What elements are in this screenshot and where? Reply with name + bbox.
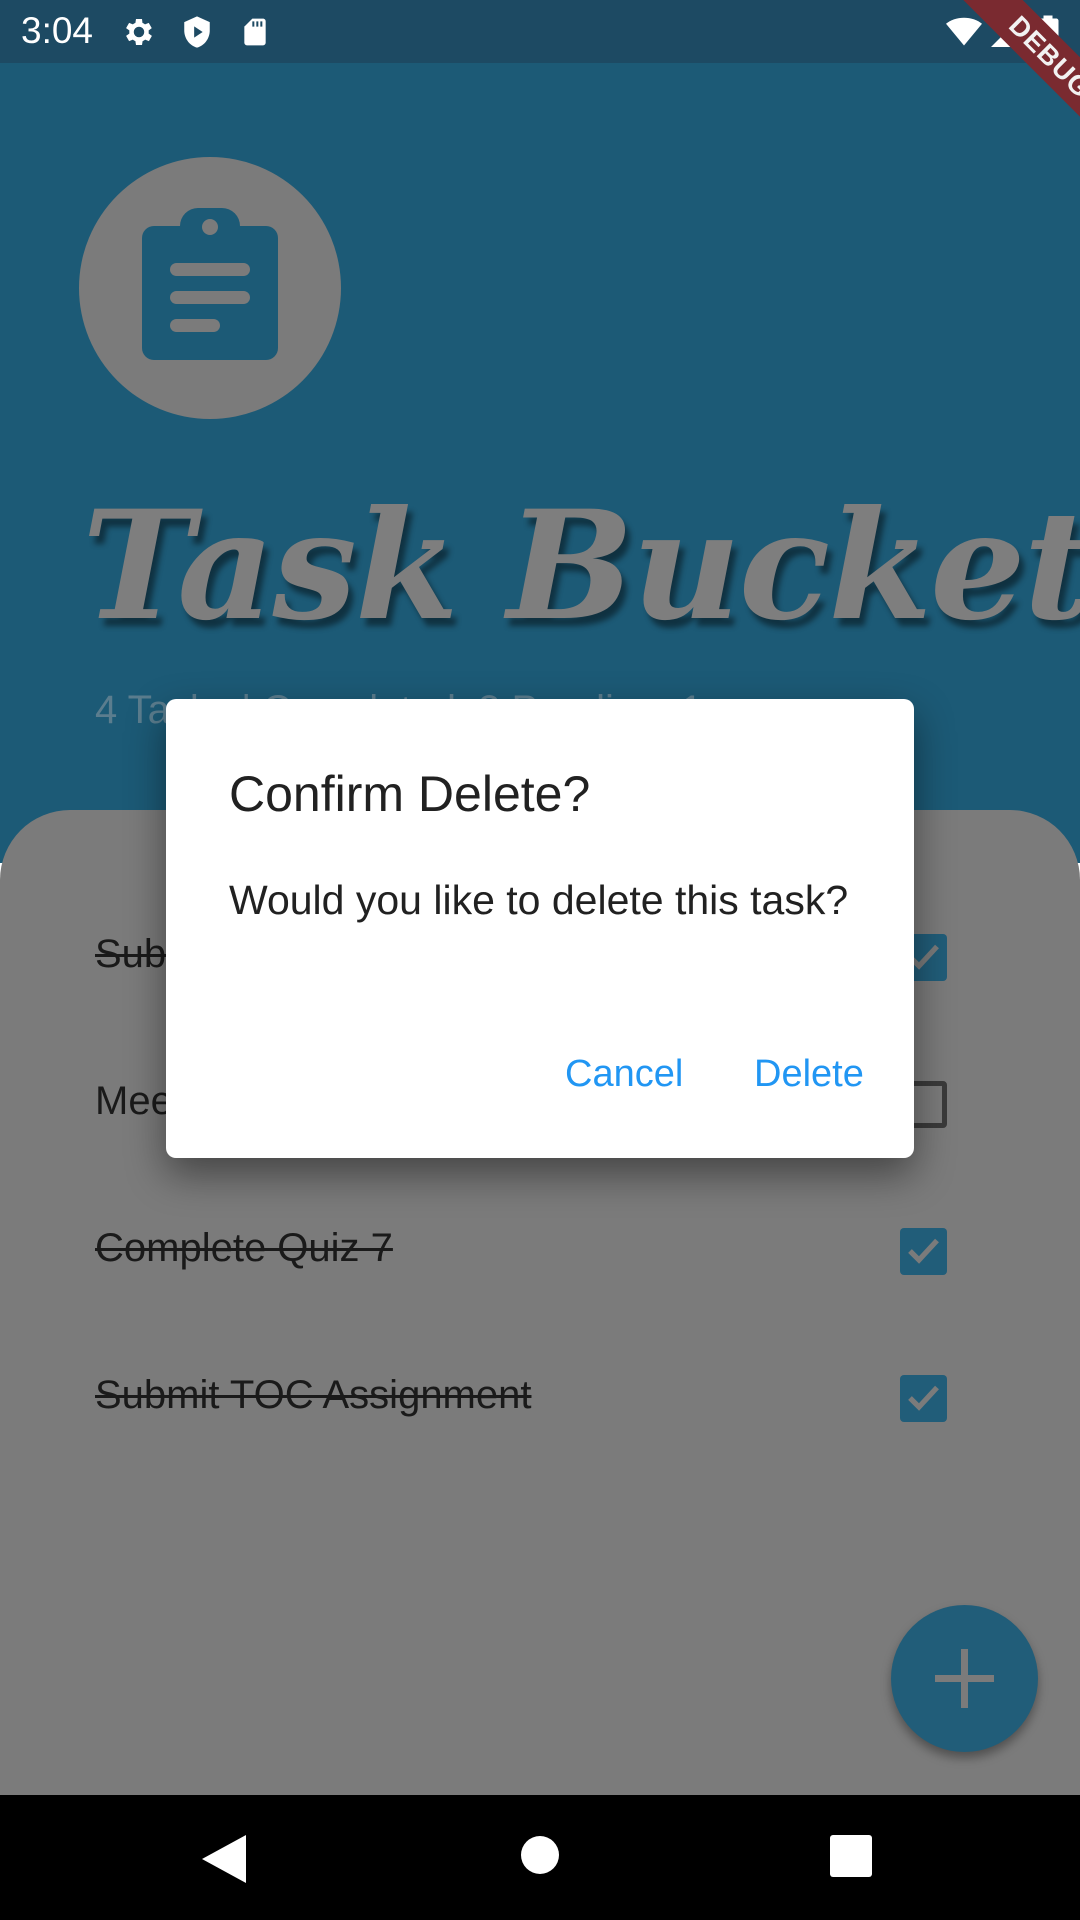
recents-icon[interactable] xyxy=(830,1835,872,1882)
task-checkbox[interactable] xyxy=(900,1375,947,1422)
app-title: Task Bucket xyxy=(82,478,1080,654)
plus-icon xyxy=(935,1649,994,1708)
check-icon xyxy=(908,1385,939,1411)
logo-avatar xyxy=(79,157,341,419)
delete-button[interactable]: Delete xyxy=(748,1049,870,1100)
dialog-message: Would you like to delete this task? xyxy=(229,877,849,923)
clipboard-icon xyxy=(142,208,278,360)
task-checkbox[interactable] xyxy=(900,1228,947,1275)
navigation-bar xyxy=(0,1795,1080,1920)
status-bar: 3:04 xyxy=(0,0,1080,63)
confirm-delete-dialog: Confirm Delete? Would you like to delete… xyxy=(166,699,914,1158)
check-icon xyxy=(908,1238,939,1264)
gear-icon xyxy=(121,14,157,55)
home-icon[interactable] xyxy=(520,1835,560,1880)
shield-play-icon xyxy=(180,14,214,55)
wifi-icon xyxy=(944,14,984,55)
task-row[interactable]: Submit TOC Assignment xyxy=(95,1363,975,1443)
sd-card-icon xyxy=(239,14,271,55)
task-row[interactable]: Complete Quiz 7 xyxy=(95,1216,975,1296)
cancel-button[interactable]: Cancel xyxy=(559,1049,689,1100)
task-text: Submit TOC Assignment xyxy=(95,1373,532,1417)
back-icon[interactable] xyxy=(202,1835,246,1888)
status-time: 3:04 xyxy=(21,10,94,51)
add-task-button[interactable] xyxy=(891,1605,1038,1752)
task-text: Complete Quiz 7 xyxy=(95,1226,393,1270)
dialog-title: Confirm Delete? xyxy=(229,766,591,822)
